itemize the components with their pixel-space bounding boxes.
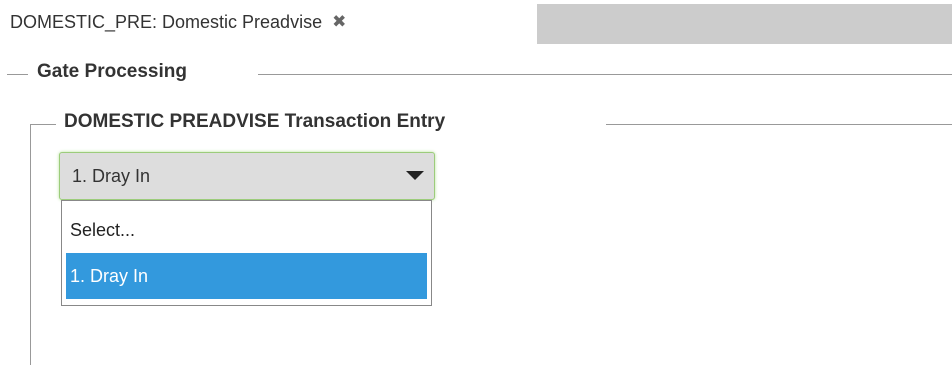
transaction-entry-legend: DOMESTIC PREADVISE Transaction Entry: [64, 111, 446, 132]
page: DOMESTIC_PRE: Domestic Preadvise ✖ Gate …: [0, 0, 952, 365]
gate-processing-border-right: [258, 74, 952, 75]
option-label: 1. Dray In: [70, 265, 149, 286]
gate-processing-legend: Gate Processing: [37, 61, 187, 83]
tab-domestic-pre[interactable]: DOMESTIC_PRE: Domestic Preadvise ✖: [0, 0, 537, 44]
transaction-type-select[interactable]: 1. Dray In: [59, 152, 435, 200]
tab-strip-filler: [537, 4, 952, 44]
select-value: 1. Dray In: [72, 165, 151, 186]
close-icon[interactable]: ✖: [332, 12, 346, 32]
option-label: Select...: [70, 219, 136, 240]
tab-strip: DOMESTIC_PRE: Domestic Preadvise ✖: [0, 0, 952, 44]
transaction-entry-border-left: [30, 124, 31, 365]
transaction-type-dropdown: Select... 1. Dray In: [61, 200, 432, 306]
transaction-entry-border-right-top: [606, 124, 952, 125]
dropdown-option-select[interactable]: Select...: [66, 207, 427, 253]
dropdown-option-dray-in[interactable]: 1. Dray In: [66, 253, 427, 299]
chevron-down-icon[interactable]: [406, 171, 424, 180]
gate-processing-border-left: [7, 74, 28, 75]
tab-title: DOMESTIC_PRE: Domestic Preadvise: [10, 11, 323, 32]
transaction-entry-border-left-top: [30, 124, 56, 125]
